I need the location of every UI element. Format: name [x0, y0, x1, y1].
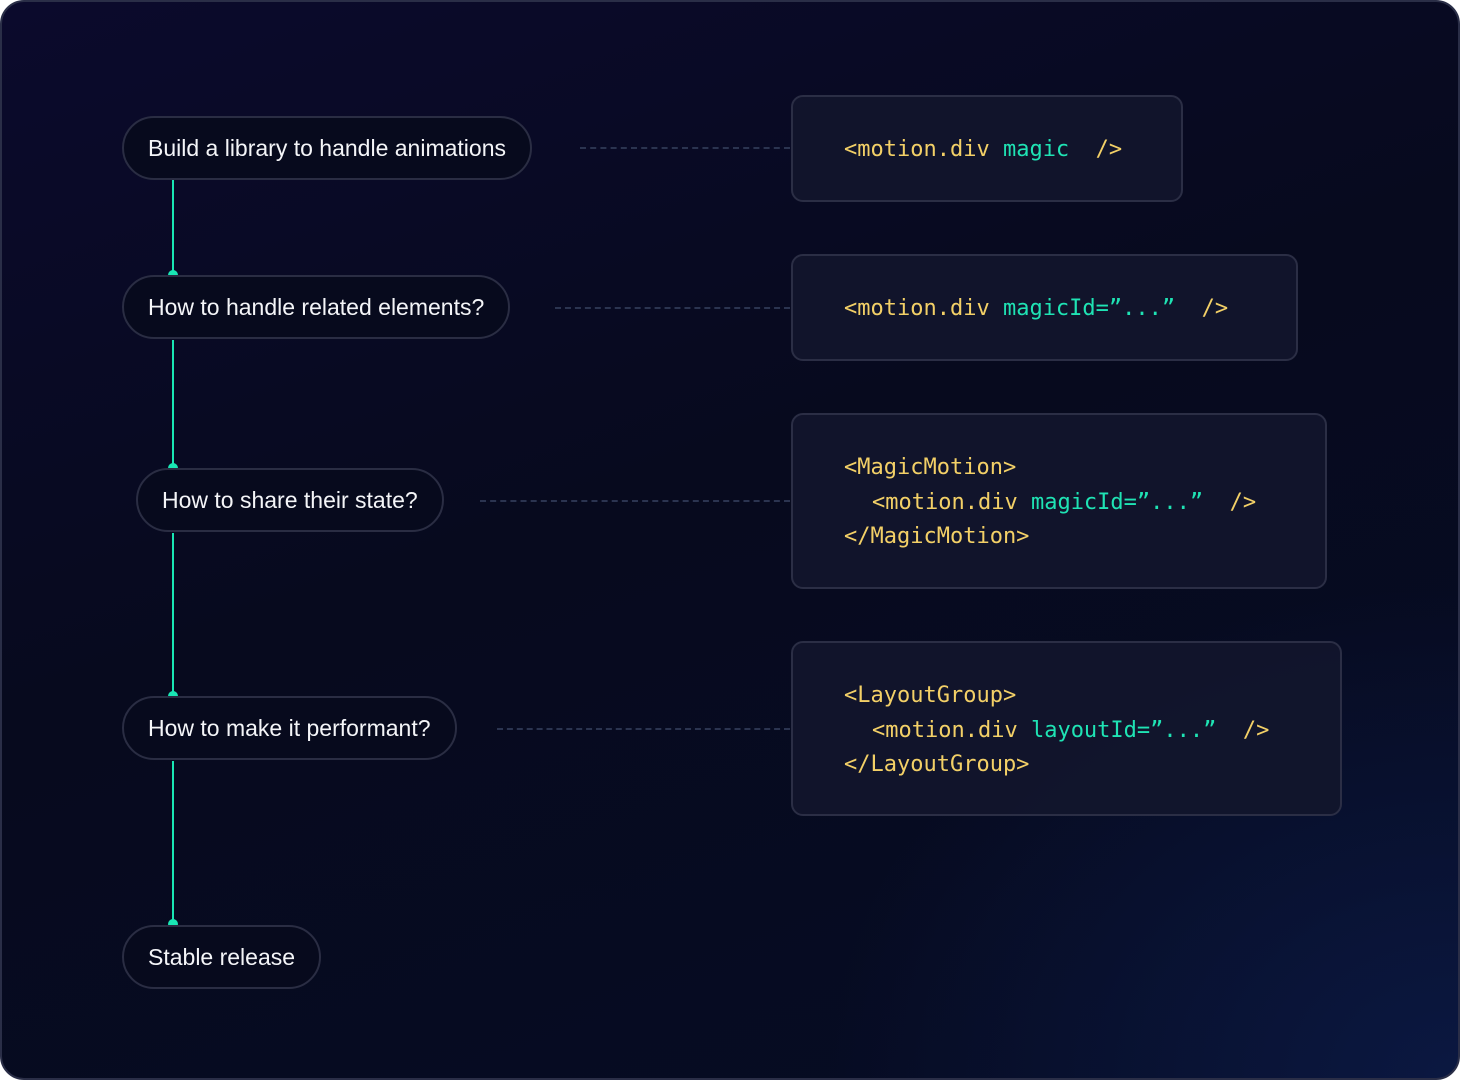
- code-attribute: magic: [1002, 137, 1070, 162]
- code-line: <motion.div magic />: [844, 131, 1141, 169]
- code-attribute: ”...”: [1108, 296, 1176, 321]
- code-block: <LayoutGroup> <motion.div layoutId=”...” …: [791, 641, 1342, 816]
- code-line: <motion.div layoutId=”...” />: [844, 714, 1300, 749]
- code-line: <motion.div magicId=”...” />: [844, 290, 1256, 328]
- timeline-step: Stable release: [122, 925, 322, 989]
- code-line: </LayoutGroup>: [844, 748, 1300, 783]
- code-block: <motion.div magicId=”...” />: [791, 254, 1298, 361]
- code-attribute: layoutId=: [1030, 717, 1151, 743]
- timeline-connector: [172, 761, 174, 924]
- code-tag: </MagicMotion>: [844, 524, 1030, 549]
- code-tag: />: [1175, 296, 1229, 321]
- timeline-step: Build a library to handle animations: [122, 116, 532, 180]
- code-line: </MagicMotion>: [844, 520, 1285, 555]
- timeline-connector: [172, 340, 174, 468]
- code-attribute: magicId=: [1002, 296, 1109, 321]
- code-tag: </LayoutGroup>: [844, 752, 1030, 777]
- code-tag: <motion.div: [844, 137, 1003, 162]
- timeline-connector: [172, 533, 174, 696]
- code-attribute: ”...”: [1136, 489, 1204, 515]
- dashed-connector: [580, 147, 790, 149]
- code-line: <motion.div magicId=”...” />: [844, 486, 1285, 521]
- code-block: <MagicMotion> <motion.div magicId=”...” /…: [791, 413, 1327, 589]
- code-tag: <motion.div: [844, 296, 1003, 321]
- timeline-step: How to make it performant?: [122, 696, 457, 760]
- code-attribute: ”...”: [1150, 717, 1217, 743]
- code-tag: <MagicMotion>: [844, 455, 1017, 480]
- timeline-step: How to handle related elements?: [122, 275, 511, 339]
- code-block: <motion.div magic />: [791, 95, 1183, 202]
- dashed-connector: [497, 728, 790, 730]
- code-line: <MagicMotion>: [844, 451, 1285, 486]
- timeline-connector: [172, 180, 174, 275]
- timeline-step: How to share their state?: [136, 468, 444, 532]
- code-attribute: magicId=: [1030, 489, 1137, 515]
- code-tag: />: [1069, 137, 1123, 162]
- code-tag: />: [1216, 717, 1270, 743]
- code-tag: />: [1203, 489, 1257, 515]
- dashed-connector: [480, 500, 790, 502]
- dashed-connector: [555, 307, 790, 309]
- code-tag: <motion.div: [872, 489, 1031, 515]
- code-tag: <LayoutGroup>: [844, 683, 1017, 708]
- code-line: <LayoutGroup>: [844, 679, 1300, 714]
- code-tag: <motion.div: [872, 717, 1031, 743]
- timeline-diagram: Build a library to handle animations How…: [0, 0, 1460, 1080]
